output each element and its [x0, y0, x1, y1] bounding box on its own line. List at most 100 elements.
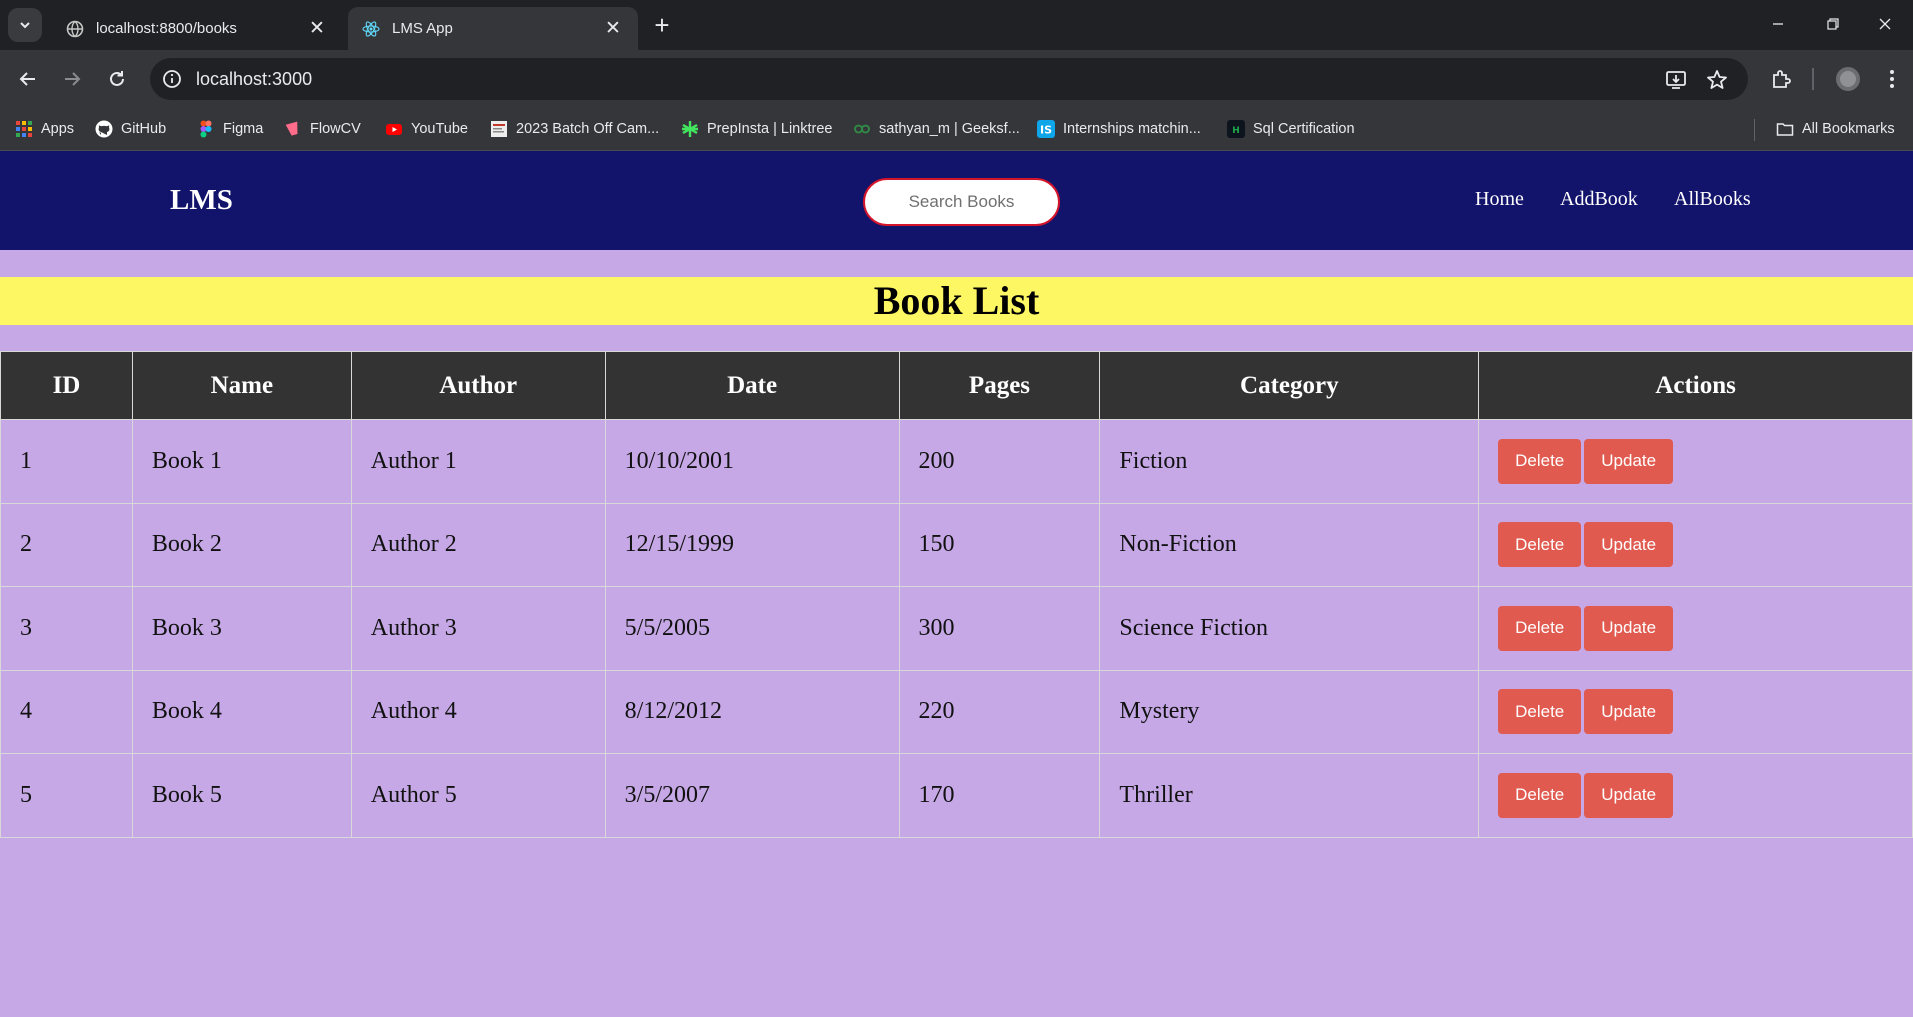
linktree-icon: [682, 121, 698, 137]
cell-author: Author 2: [350, 502, 606, 587]
bookmark-label: sathyan_m | Geeksf...: [879, 121, 1020, 137]
cell-actions: Delete Update: [1478, 419, 1913, 504]
delete-button[interactable]: Delete: [1498, 605, 1582, 651]
cell-pages: 300: [898, 586, 1101, 671]
update-button[interactable]: Update: [1584, 522, 1674, 568]
close-tab-icon[interactable]: ✕: [306, 18, 328, 40]
reload-icon: [110, 71, 124, 86]
tab-lms-app[interactable]: LMS App ✕: [348, 7, 638, 50]
cell-actions: Delete Update: [1478, 586, 1913, 671]
back-button[interactable]: [12, 63, 44, 95]
page-title: Book List: [0, 277, 1913, 325]
cell-category: Fiction: [1099, 419, 1480, 504]
column-header-pages: Pages: [898, 351, 1101, 420]
cell-date: 10/10/2001: [604, 419, 900, 504]
column-header-id: ID: [0, 351, 133, 420]
close-window-button[interactable]: [1857, 0, 1913, 48]
update-button[interactable]: Update: [1584, 438, 1674, 484]
bookmark-youtube[interactable]: YouTube: [385, 117, 468, 141]
table-row: 4 Book 4 Author 4 8/12/2012 220 Mystery …: [0, 669, 1913, 754]
bookmark-figma[interactable]: Figma: [197, 117, 263, 141]
nav-link-allbooks[interactable]: AllBooks: [1674, 188, 1751, 211]
cell-id: 4: [0, 669, 133, 754]
table-header-row: ID Name Author Date Pages Category Actio…: [0, 351, 1913, 420]
delete-button[interactable]: Delete: [1498, 689, 1582, 735]
cell-author: Author 1: [350, 419, 606, 504]
globe-icon: [66, 20, 84, 37]
delete-button[interactable]: Delete: [1498, 438, 1582, 484]
kebab-menu-icon: [1890, 70, 1894, 88]
bookmark-geeksforgeeks[interactable]: sathyan_m | Geeksf...: [853, 117, 1020, 141]
cell-actions: Delete Update: [1478, 669, 1913, 754]
close-tab-icon[interactable]: ✕: [602, 18, 624, 40]
reload-button[interactable]: [101, 63, 133, 95]
url-text[interactable]: localhost:3000: [196, 69, 312, 90]
bookmark-2023-batch[interactable]: 2023 Batch Off Cam...: [490, 117, 659, 141]
bookmark-label: PrepInsta | Linktree: [707, 121, 833, 137]
bookmark-flowcv[interactable]: FlowCV: [284, 117, 361, 141]
bookmark-apps[interactable]: Apps: [15, 117, 74, 141]
cell-name: Book 4: [131, 669, 352, 754]
site-info-icon[interactable]: [160, 67, 184, 91]
bookmark-prepinsta[interactable]: PrepInsta | Linktree: [681, 117, 832, 141]
restore-button[interactable]: [1805, 0, 1861, 48]
nav-link-home[interactable]: Home: [1475, 188, 1524, 211]
install-app-icon[interactable]: [1664, 68, 1688, 92]
github-icon: [95, 120, 113, 138]
delete-button[interactable]: Delete: [1498, 522, 1582, 568]
cell-category: Thriller: [1099, 753, 1480, 838]
flowcv-icon: [285, 121, 298, 136]
forward-arrow-icon: [65, 72, 81, 86]
cell-date: 12/15/1999: [604, 502, 900, 587]
bookmark-label: Internships matchin...: [1063, 121, 1201, 137]
minimize-button[interactable]: [1750, 0, 1806, 48]
cell-date: 8/12/2012: [604, 669, 900, 754]
minimize-icon: [1773, 23, 1783, 25]
delete-button[interactable]: Delete: [1498, 772, 1582, 818]
cell-name: Book 1: [131, 419, 352, 504]
app-logo[interactable]: LMS: [170, 184, 233, 217]
nav-link-addbook[interactable]: AddBook: [1560, 188, 1638, 211]
close-icon: [1879, 18, 1891, 30]
column-header-date: Date: [604, 351, 900, 420]
all-bookmarks[interactable]: All Bookmarks: [1776, 117, 1895, 141]
extensions-button[interactable]: [1765, 63, 1797, 95]
cell-pages: 170: [898, 753, 1101, 838]
bookmark-label: 2023 Batch Off Cam...: [516, 121, 660, 137]
update-button[interactable]: Update: [1584, 772, 1674, 818]
forward-button[interactable]: [56, 63, 88, 95]
bookmark-sql-certification[interactable]: H Sql Certification: [1227, 117, 1355, 141]
books-table: ID Name Author Date Pages Category Actio…: [0, 351, 1913, 838]
search-input[interactable]: [863, 178, 1060, 226]
cell-name: Book 2: [131, 502, 352, 587]
update-button[interactable]: Update: [1584, 689, 1674, 735]
new-tab-button[interactable]: +: [648, 12, 676, 40]
puzzle-icon: [1773, 70, 1791, 88]
bookmark-internships[interactable]: IS Internships matchin...: [1037, 117, 1201, 141]
address-bar[interactable]: localhost:3000: [150, 58, 1748, 100]
tab-search-button[interactable]: [8, 8, 42, 42]
profile-avatar[interactable]: [1832, 63, 1864, 95]
table-row: 3 Book 3 Author 3 5/5/2005 300 Science F…: [0, 586, 1913, 671]
update-button[interactable]: Update: [1584, 605, 1674, 651]
geeksforgeeks-icon: [854, 124, 870, 134]
bookmark-github[interactable]: GitHub: [95, 117, 166, 141]
cell-actions: Delete Update: [1478, 502, 1913, 587]
back-arrow-icon: [19, 72, 35, 86]
tab-strip: localhost:8800/books ✕ LMS App ✕ +: [0, 0, 1913, 50]
bookmark-label: YouTube: [411, 121, 468, 137]
cell-category: Non-Fiction: [1099, 502, 1480, 587]
bookmark-star-icon[interactable]: [1705, 68, 1729, 92]
cell-actions: Delete Update: [1478, 753, 1913, 838]
browser-menu-button[interactable]: [1876, 63, 1908, 95]
tab-title: LMS App: [392, 20, 453, 37]
column-header-author: Author: [350, 351, 606, 420]
bookmark-label: GitHub: [121, 121, 167, 137]
tab-localhost-books[interactable]: localhost:8800/books ✕: [52, 7, 342, 50]
tab-title: localhost:8800/books: [96, 20, 237, 37]
page-thumbnail-icon: [491, 121, 507, 137]
figma-icon: [200, 120, 212, 138]
folder-icon: [1776, 123, 1794, 136]
cell-category: Mystery: [1099, 669, 1480, 754]
table-row: 1 Book 1 Author 1 10/10/2001 200 Fiction…: [0, 419, 1913, 504]
